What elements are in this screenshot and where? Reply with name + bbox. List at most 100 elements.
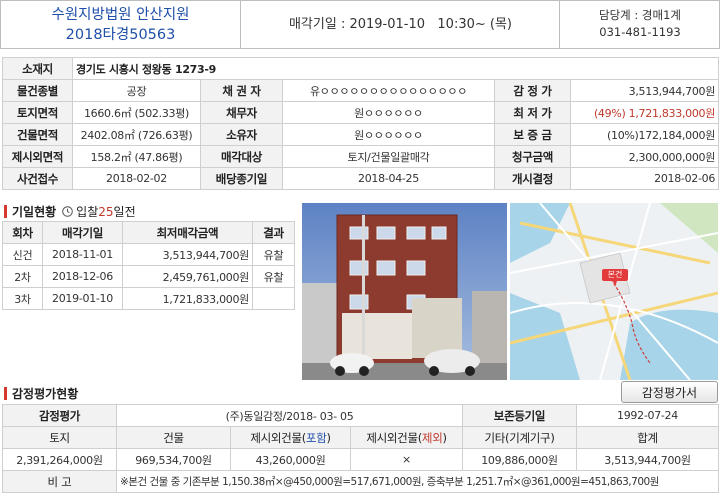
info-value: 2,300,000,000원 [569,145,720,168]
info-label: 채 권 자 [200,79,283,102]
info-value: 2018-04-25 [282,167,495,190]
appraisal-table: 감정평가 (주)동일감정/2018- 03- 05 보존등기일 1992-07-… [2,404,719,493]
court-name: 수원지방법원 안산지원 [51,7,190,23]
note-text: ※본건 건물 중 기존부분 1,150.38㎡×@450,000원=517,67… [116,470,719,493]
bid-countdown: 입찰25일전 [76,203,135,220]
appraisal-header-extra-excluded: 제시외건물(제외) [350,426,463,449]
case-header: 수원지방법원 안산지원 2018타경50563 매각기일 : 2019-01-1… [0,0,720,49]
info-label: 토지면적 [2,101,73,124]
info-label: 채무자 [200,101,283,124]
info-value: 1660.6㎡ (502.33평) [72,101,201,124]
info-label: 청구금액 [494,145,571,168]
land-value: 2,391,264,000원 [2,448,117,471]
info-label: 건물면적 [2,123,73,146]
info-value: 3,513,944,700원 [569,79,720,102]
info-row: 사건접수 2018-02-02 배당종기일 2018-04-25 개시결정 2018-02… [2,167,720,190]
history-row: 신건 2018-11-01 3,513,944,700원 유찰 [2,243,295,266]
info-label: 배당종기일 [200,167,283,190]
info-label: 매각대상 [200,145,283,168]
min-price-cell: 3,513,944,700원 [122,243,253,266]
appraisal-row: 감정평가 (주)동일감정/2018- 03- 05 보존등기일 1992-07-… [2,404,719,427]
info-label: 사건접수 [2,167,73,190]
history-header: 회차 [2,221,43,244]
appraiser-label: 감정평가 [2,404,117,427]
round-cell: 3차 [2,287,43,310]
sale-date: : 2019-01-10 10:30~ (목) [340,17,513,32]
phone: 031-481-1193 [599,25,681,39]
info-value: 유ㅇㅇㅇㅇㅇㅇㅇㅇㅇㅇㅇㅇㅇㅇㅇ [282,79,495,102]
extra-excluded-value: × [350,448,463,471]
appraisal-title: 감정평가현황 [12,387,79,401]
history-header: 결과 [252,221,295,244]
info-row: 건물면적 2402.08㎡ (726.63평) 소유자 원ㅇㅇㅇㅇㅇㅇ 보 증 금 (10… [2,123,720,146]
case-number: 2018타경50563 [65,27,176,43]
date-cell: 2019-01-10 [42,287,123,310]
info-value: 공장 [72,79,201,102]
building-value: 969,534,700원 [116,448,231,471]
total-value: 3,513,944,700원 [576,448,719,471]
clock-icon [62,206,73,217]
info-value: 토지/건물일괄매각 [282,145,495,168]
info-label: 소유자 [200,123,283,146]
info-label: 제시외면적 [2,145,73,168]
appraisal-header-other: 기타(기계기구) [462,426,577,449]
header-text: 제시외건물( [366,430,422,445]
date-cell: 2018-11-01 [42,243,123,266]
bid-days: 25 [98,205,114,219]
round-cell: 신건 [2,243,43,266]
appraisal-header-total: 합계 [576,426,719,449]
header-included: 포함 [305,430,327,445]
court-info: 수원지방법원 안산지원 2018타경50563 [1,1,241,48]
sale-date-label: 매각기일 [288,17,337,32]
appraiser-value: (주)동일감정/2018- 03- 05 [116,404,463,427]
appraisal-header-building: 건물 [116,426,231,449]
date-cell: 2018-12-06 [42,265,123,288]
bid-suffix: 일전 [113,205,136,219]
min-price-cell: 2,459,761,000원 [122,265,253,288]
header-text: 제시외건물( [250,430,306,445]
history-title-row: 기일현황 입찰25일전 [4,203,136,220]
registration-date: 1992-07-24 [576,404,719,427]
history-header: 매각기일 [42,221,123,244]
info-value: 원ㅇㅇㅇㅇㅇㅇ [282,101,495,124]
appraisal-title-row: 감정평가현황 [4,385,78,402]
header-text: ) [442,430,447,445]
info-value: 2018-02-06 [569,167,720,190]
info-row: 토지면적 1660.6㎡ (502.33평) 채무자 원ㅇㅇㅇㅇㅇㅇ 최 저 가 (49%… [2,101,720,124]
info-label: 최 저 가 [494,101,571,124]
header-excluded: 제외 [421,430,443,445]
info-label: 개시결정 [494,167,571,190]
appraisal-values-row: 2,391,264,000원 969,534,700원 43,260,000원 … [2,448,719,471]
history-row: 2차 2018-12-06 2,459,761,000원 유찰 [2,265,295,288]
appraisal-report-button[interactable]: 감정평가서 [621,381,718,403]
min-price-cell: 1,721,833,000원 [122,287,253,310]
appraisal-header-row: 토지 건물 제시외건물(포함) 제시외건물(제외) 기타(기계기구) 합계 [2,426,719,449]
address-row: 소재지 경기도 시흥시 정왕동 1273-9 [2,57,720,80]
address-value: 경기도 시흥시 정왕동 1273-9 [71,57,720,80]
address-label: 소재지 [2,57,73,80]
info-label: 물건종별 [2,79,73,102]
info-value: (10%)172,184,000원 [569,123,720,146]
property-info-table: 소재지 경기도 시흥시 정왕동 1273-9 물건종별 공장 채 권 자 유ㅇㅇㅇㅇㅇ… [2,57,720,190]
location-map[interactable]: 본건 [510,203,718,380]
info-value: 원ㅇㅇㅇㅇㅇㅇ [282,123,495,146]
info-value: (49%) 1,721,833,000원 [569,101,720,124]
info-value: 2402.08㎡ (726.63평) [72,123,201,146]
note-label: 비 고 [2,470,117,493]
info-label: 보 증 금 [494,123,571,146]
sale-date-box: 매각기일 : 2019-01-10 10:30~ (목) [242,1,560,48]
property-photo[interactable] [302,203,507,380]
history-header-row: 회차 매각기일 최저매각금액 결과 [2,221,295,244]
section-marker [4,387,7,400]
info-value: 158.2㎡ (47.86평) [72,145,201,168]
history-header: 최저매각금액 [122,221,253,244]
other-value: 109,886,000원 [462,448,577,471]
info-value: 2018-02-02 [72,167,201,190]
contact-info: 담당계 : 경매1계 031-481-1193 [561,1,719,48]
registration-label: 보존등기일 [462,404,577,427]
history-row: 3차 2019-01-10 1,721,833,000원 [2,287,295,310]
info-label: 감 정 가 [494,79,571,102]
result-cell [252,287,295,310]
department: 담당계 : 경매1계 [599,8,681,22]
round-cell: 2차 [2,265,43,288]
